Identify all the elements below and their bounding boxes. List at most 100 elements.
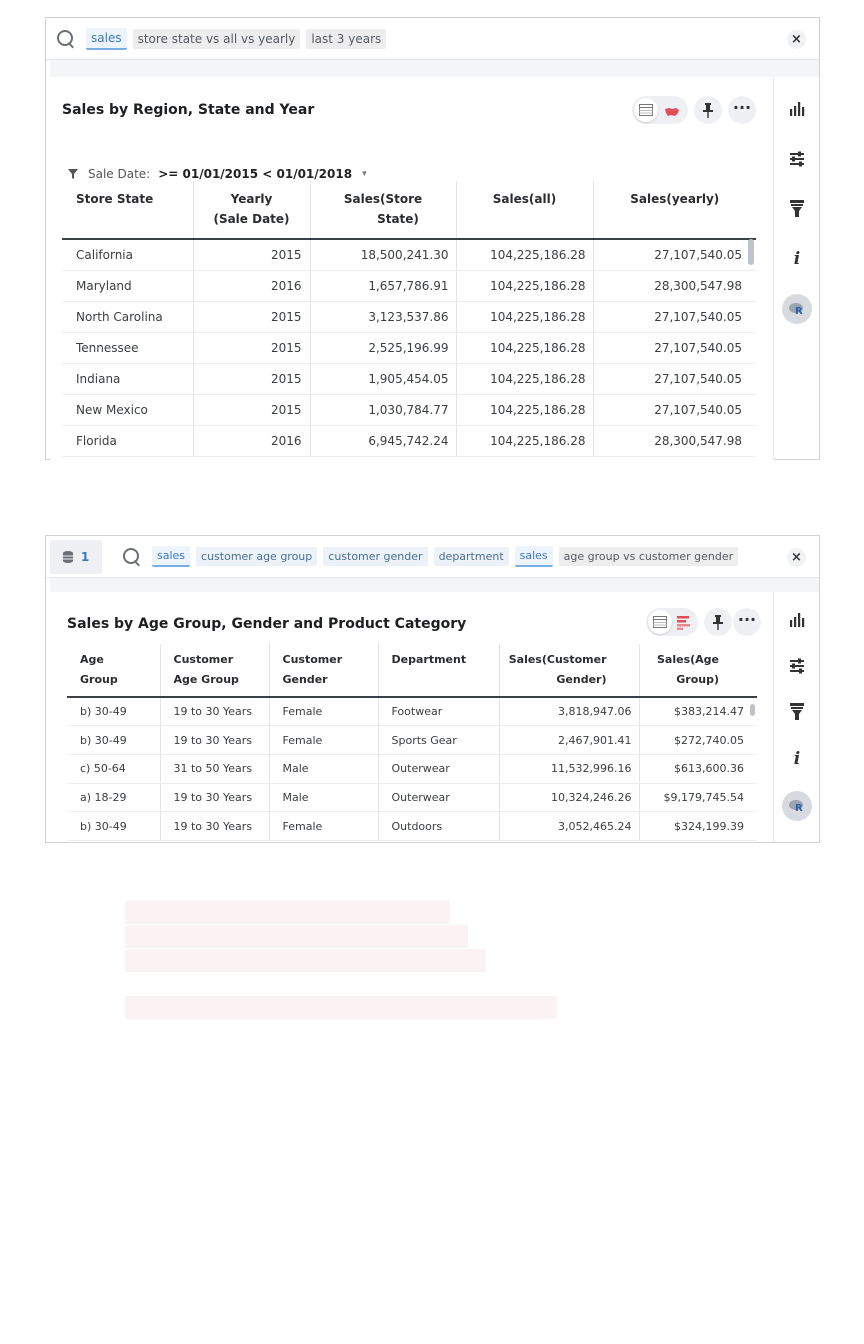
table-row[interactable]: New Mexico 2015 1,030,784.77 104,225,186.28… (62, 394, 756, 426)
close-button[interactable]: × (787, 548, 806, 567)
pin-button[interactable] (694, 96, 722, 124)
geo-map-icon[interactable] (664, 103, 680, 122)
svg-text:R: R (795, 306, 803, 316)
table-cell: 2016 (193, 425, 311, 457)
search-token[interactable]: sales (86, 27, 127, 50)
data-source-badge[interactable]: 1 (50, 540, 102, 574)
table-cell: b) 30-49 (67, 811, 161, 841)
column-header[interactable]: Sales(yearly) (593, 181, 756, 240)
column-header[interactable]: Sales(all) (456, 181, 594, 240)
format-button[interactable] (782, 194, 812, 224)
column-header[interactable]: Sales(Age Group) (639, 644, 757, 698)
bar-chart-icon (790, 102, 805, 116)
table-cell: Outdoors (378, 811, 500, 841)
pin-button[interactable] (704, 608, 732, 636)
scrollbar[interactable] (750, 704, 755, 716)
table-cell: $383,214.47 (639, 697, 757, 727)
search-token[interactable]: store state vs all vs yearly (132, 28, 301, 49)
table-cell: b) 30-49 (67, 725, 161, 755)
table-cell: 2015 (193, 239, 311, 271)
table-cell: 104,225,186.28 (456, 239, 594, 271)
settings-sliders-icon (790, 151, 804, 167)
table-cell: 18,500,241.30 (310, 239, 457, 271)
column-header[interactable]: Customer Gender (269, 644, 379, 698)
pin-icon (703, 102, 713, 118)
table-row[interactable]: b) 30-49 19 to 30 Years Female Footwear 3,81… (67, 697, 757, 727)
more-options-button[interactable]: ··· (728, 96, 756, 124)
table-cell: 1,657,786.91 (310, 270, 457, 302)
column-header[interactable]: Store State (62, 181, 194, 240)
r-analysis-icon: R (789, 303, 803, 316)
settings-button[interactable] (782, 651, 812, 681)
search-token[interactable]: age group vs customer gender (558, 547, 739, 566)
table-row[interactable]: North Carolina 2015 3,123,537.86 104,225,18… (62, 301, 756, 333)
column-header[interactable]: Age Group (67, 644, 161, 698)
table-cell: Maryland (62, 270, 194, 302)
table-cell: 104,225,186.28 (456, 363, 594, 395)
table-row[interactable]: California 2015 18,500,241.30 104,225,186.2… (62, 239, 756, 271)
r-analysis-button[interactable]: R (782, 791, 812, 821)
table-view-icon[interactable] (634, 98, 658, 122)
settings-button[interactable] (782, 144, 812, 174)
table-row[interactable]: b) 30-49 19 to 30 Years Female Outdoors 3,05… (67, 811, 757, 841)
table-cell: b) 30-49 (67, 697, 161, 727)
scrollbar[interactable] (748, 239, 754, 265)
chevron-down-icon[interactable]: ▾ (362, 169, 367, 179)
chart-type-toggle[interactable] (646, 608, 698, 636)
search-token[interactable]: sales (152, 546, 191, 567)
table-cell: $324,199.39 (639, 811, 757, 841)
table-row[interactable]: Maryland 2016 1,657,786.91 104,225,186.28 28… (62, 270, 756, 302)
format-button[interactable] (782, 697, 812, 727)
stacked-bar-icon[interactable] (677, 615, 691, 634)
table-view-icon[interactable] (648, 610, 672, 634)
table-cell: 2016 (193, 270, 311, 302)
table-cell: 3,123,537.86 (310, 301, 457, 333)
more-options-button[interactable]: ··· (733, 608, 761, 636)
table-row[interactable]: b) 30-49 19 to 30 Years Female Sports Gear 2… (67, 725, 757, 755)
search-token[interactable]: last 3 years (306, 28, 387, 49)
table-cell: Indiana (62, 363, 194, 395)
bar-chart-button[interactable] (782, 605, 812, 635)
loading-placeholder (125, 996, 557, 1019)
brush-icon (790, 703, 804, 720)
r-analysis-button[interactable]: R (782, 294, 812, 324)
table-cell: 104,225,186.28 (456, 332, 594, 364)
info-icon: i (793, 749, 801, 769)
column-header[interactable]: Yearly (Sale Date) (193, 181, 311, 240)
database-icon (62, 551, 73, 563)
search-bar[interactable]: 1 sales customer age group customer gend… (46, 536, 819, 578)
table-cell: Sports Gear (378, 725, 500, 755)
column-header[interactable]: Customer Age Group (160, 644, 270, 698)
right-sidebar: i R (773, 592, 819, 842)
search-token[interactable]: customer gender (323, 547, 428, 566)
filter-label: Sale Date: (88, 167, 151, 181)
column-header[interactable]: Sales(Customer Gender) (499, 644, 640, 698)
visualization: Sales by Age Group, Gender and Product C… (50, 592, 774, 842)
table-row[interactable]: c) 50-64 31 to 50 Years Male Outerwear 11,53… (67, 754, 757, 784)
table-cell: 19 to 30 Years (160, 697, 270, 727)
chart-type-toggle[interactable] (632, 96, 688, 124)
table-row[interactable]: a) 18-29 19 to 30 Years Male Outerwear 10,32… (67, 783, 757, 813)
table-row[interactable]: Indiana 2015 1,905,454.05 104,225,186.28 27,… (62, 363, 756, 395)
bar-chart-button[interactable] (782, 94, 812, 124)
right-sidebar: i R (773, 77, 819, 459)
filter-chip[interactable]: Sale Date: >= 01/01/2015 < 01/01/2018 ▾ (68, 167, 367, 181)
table-cell: c) 50-64 (67, 754, 161, 784)
close-button[interactable]: × (787, 30, 806, 49)
search-token[interactable]: sales (514, 546, 553, 567)
column-header[interactable]: Sales(Store State) (310, 181, 457, 240)
bar-chart-icon (790, 613, 805, 627)
column-header[interactable]: Department (378, 644, 500, 698)
table-row[interactable]: Florida 2016 6,945,742.24 104,225,186.28 28,… (62, 425, 756, 457)
table-cell: 3,818,947.06 (499, 697, 640, 727)
search-bar[interactable]: sales store state vs all vs yearly last … (46, 18, 819, 60)
info-button[interactable]: i (782, 244, 812, 274)
table-cell: 28,300,547.98 (593, 270, 756, 302)
pin-icon (713, 614, 723, 630)
table-cell: 27,107,540.05 (593, 394, 756, 426)
table-row[interactable]: Tennessee 2015 2,525,196.99 104,225,186.28 2… (62, 332, 756, 364)
table-cell: Footwear (378, 697, 500, 727)
search-token[interactable]: customer age group (196, 547, 318, 566)
info-button[interactable]: i (782, 744, 812, 774)
search-token[interactable]: department (433, 547, 509, 566)
